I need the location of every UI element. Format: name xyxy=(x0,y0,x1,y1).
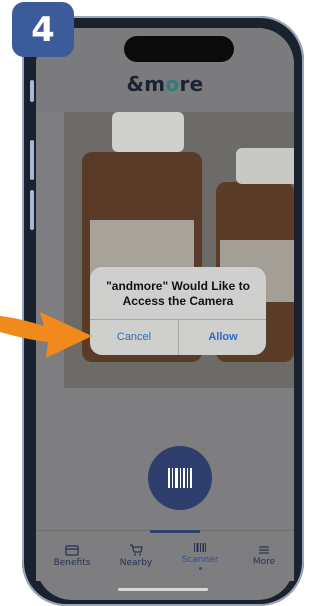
step-number-badge: 4 xyxy=(12,2,74,57)
tab-label: Scanner xyxy=(181,555,219,565)
step-number: 4 xyxy=(31,9,55,50)
cart-icon xyxy=(130,544,143,556)
tab-more[interactable]: More xyxy=(232,531,296,581)
barcode-icon xyxy=(194,543,206,552)
cancel-button[interactable]: Cancel xyxy=(90,319,178,355)
tab-label: Nearby xyxy=(119,558,153,568)
camera-permission-dialog: "andmore" Would Like to Access the Camer… xyxy=(90,267,266,355)
dialog-title: "andmore" Would Like to Access the Camer… xyxy=(106,279,250,308)
phone-volume-down xyxy=(30,190,34,230)
barcode-icon xyxy=(168,468,192,488)
tab-nearby[interactable]: Nearby xyxy=(104,531,168,581)
arrow-pointer-icon xyxy=(0,312,92,358)
home-indicator xyxy=(118,588,208,591)
card-icon xyxy=(65,544,79,556)
andmore-logo: &more xyxy=(126,72,204,96)
tab-label: More xyxy=(252,557,276,567)
bottom-tab-bar: Benefits Nearby Scanner More xyxy=(36,530,294,581)
bottle-left-cap xyxy=(112,112,184,152)
notch xyxy=(124,36,234,62)
allow-button[interactable]: Allow xyxy=(179,319,266,355)
menu-icon xyxy=(259,546,269,554)
scan-barcode-button[interactable] xyxy=(148,446,212,510)
tab-label: Benefits xyxy=(53,557,91,568)
active-dot xyxy=(198,567,202,570)
phone-side-button xyxy=(30,80,34,102)
tab-benefits[interactable]: Benefits xyxy=(40,531,104,581)
phone-volume-up xyxy=(30,140,34,180)
bottle-right-cap xyxy=(236,148,294,184)
tab-active-indicator xyxy=(150,530,200,533)
tab-scanner[interactable]: Scanner xyxy=(168,531,232,581)
